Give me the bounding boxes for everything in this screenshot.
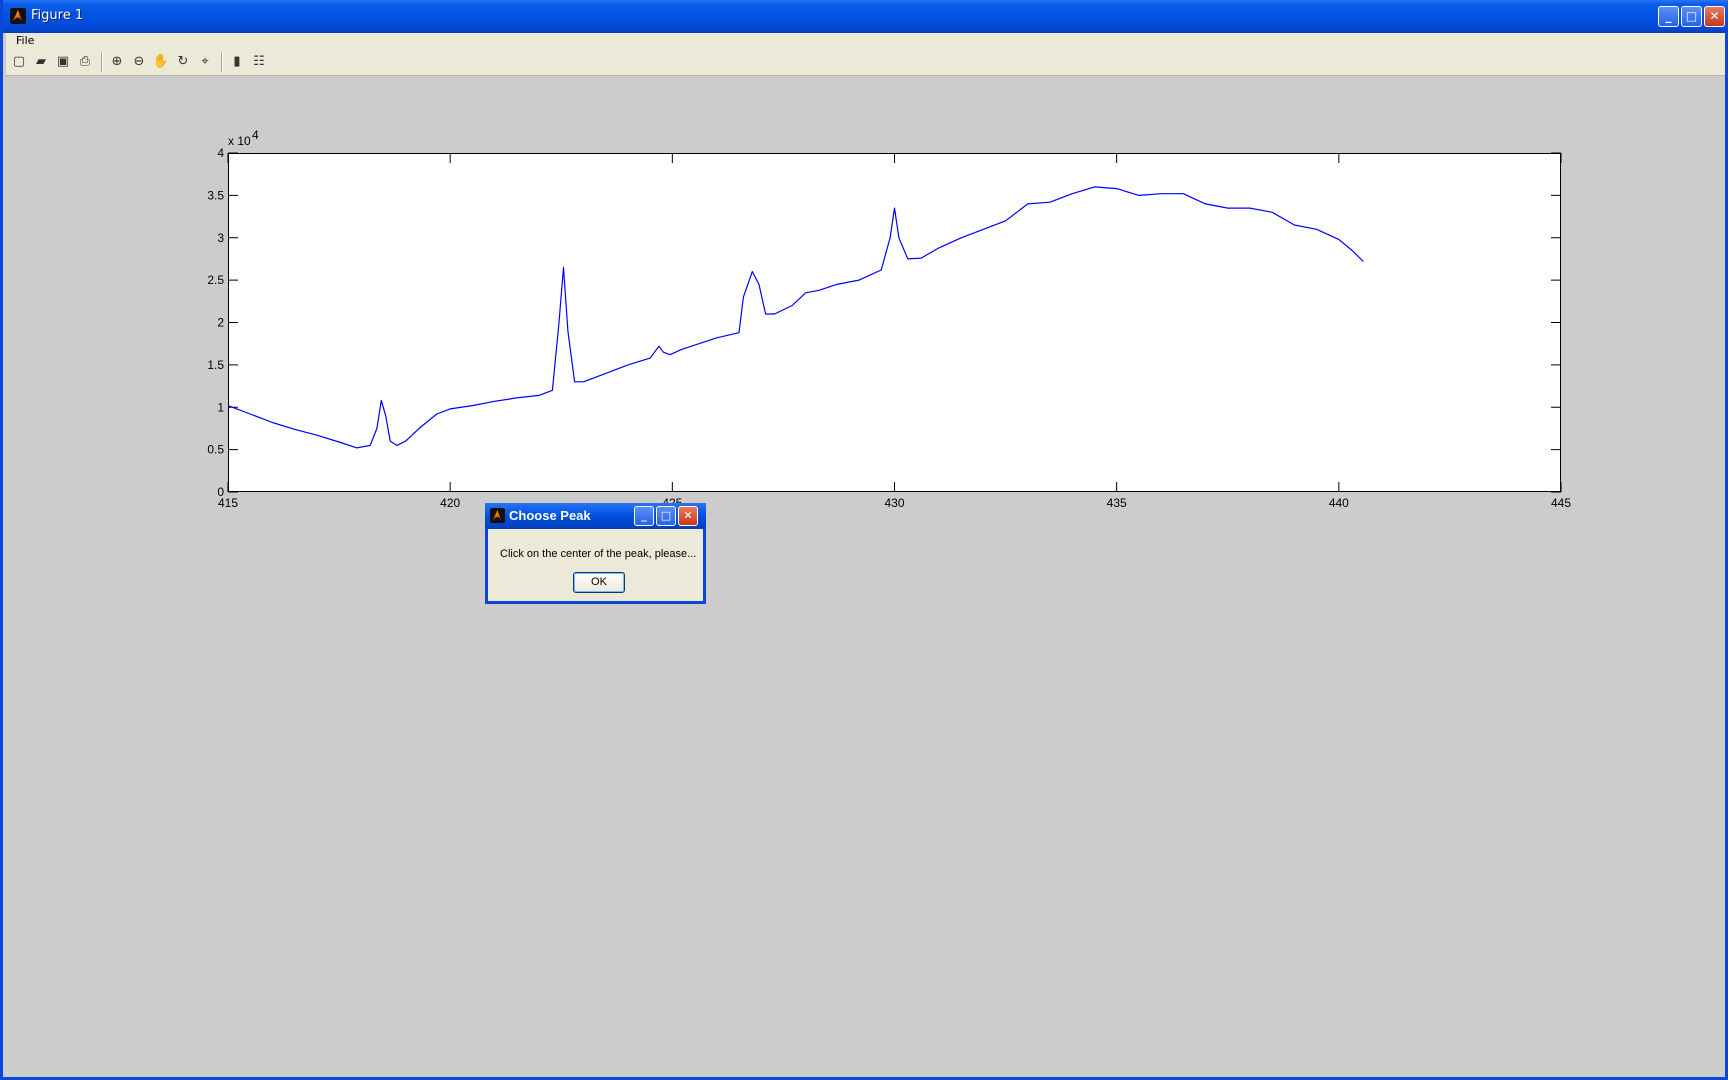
- dialog-message: Click on the center of the peak, please.…: [500, 548, 697, 560]
- y-tick-label: 1.5: [207, 358, 224, 372]
- spectrum-plot: 41542042543043544044500.511.522.533.54x …: [207, 128, 1571, 510]
- y-tick-label: 3.5: [207, 188, 224, 202]
- dialog-title-bar[interactable]: Choose Peak _ □ ✕: [485, 503, 706, 529]
- x-tick-label: 435: [1107, 496, 1127, 510]
- x-tick-label: 420: [440, 496, 460, 510]
- x-tick-label: 445: [1551, 496, 1571, 510]
- ok-button[interactable]: OK: [573, 572, 625, 593]
- y-tick-label: 1: [217, 400, 224, 414]
- y-exponent-power: 4: [252, 128, 259, 142]
- y-tick-label: 3: [217, 231, 224, 245]
- choose-peak-dialog: Choose Peak _ □ ✕ Click on the center of…: [485, 503, 706, 604]
- y-tick-label: 0: [217, 485, 224, 499]
- x-tick-label: 440: [1329, 496, 1349, 510]
- series-line: [227, 186, 1364, 449]
- dialog-maximize-button[interactable]: □: [656, 506, 676, 526]
- y-tick-label: 0.5: [207, 443, 224, 457]
- y-tick-label: 4: [217, 146, 224, 160]
- y-exponent-label: x 10: [228, 134, 251, 148]
- x-tick-label: 430: [884, 496, 904, 510]
- dialog-minimize-button[interactable]: _: [634, 506, 654, 526]
- matlab-icon: [490, 508, 505, 523]
- dialog-title: Choose Peak: [509, 508, 591, 523]
- y-tick-label: 2.5: [207, 273, 224, 287]
- dialog-close-button[interactable]: ✕: [678, 506, 698, 526]
- y-tick-label: 2: [217, 316, 224, 330]
